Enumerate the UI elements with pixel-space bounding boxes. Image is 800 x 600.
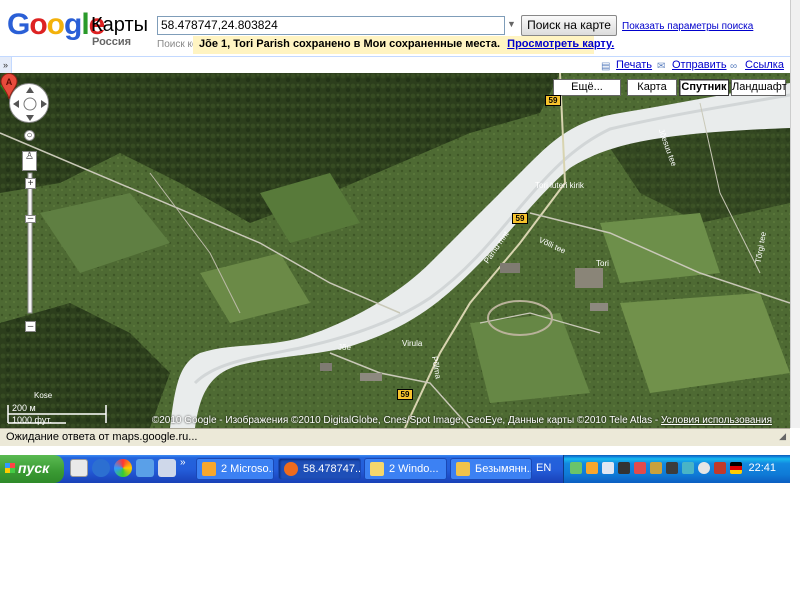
browser-status-bar: Ожидание ответа от maps.google.ru... ◢: [0, 428, 790, 446]
start-button[interactable]: пуск: [0, 455, 64, 483]
product-name: Карты: [91, 14, 148, 36]
window-icon[interactable]: [136, 459, 154, 477]
media-player-icon[interactable]: [114, 459, 132, 477]
map-type-map-button[interactable]: Карта: [627, 79, 677, 96]
satellite-map[interactable]: ○ ♙ + – – Ещё... Карта Спутник Ландшафт …: [0, 73, 790, 428]
zoom-track: [27, 172, 33, 314]
tray-icon[interactable]: [618, 462, 630, 474]
search-history-dropdown-icon[interactable]: ▼: [507, 19, 517, 31]
print-link[interactable]: ▤ Печать: [601, 59, 653, 72]
map-toolbar: » ▤ Печать ✉ Отправить ∞ Ссылка: [0, 56, 790, 73]
tray-icon[interactable]: [570, 462, 582, 474]
system-tray: 22:41: [563, 455, 790, 483]
zoom-slider[interactable]: [23, 148, 37, 338]
envelope-icon: ✉: [657, 61, 666, 72]
send-link[interactable]: ✉ Отправить: [657, 59, 727, 72]
office-icon: [202, 462, 216, 476]
taskbar-item-label: 2 Windo...: [389, 463, 439, 475]
quick-launch: [70, 459, 190, 479]
vertical-scrollbar[interactable]: [790, 0, 800, 428]
desktop-icon[interactable]: [70, 459, 88, 477]
tray-icon[interactable]: [602, 462, 614, 474]
link-label: Ссылка: [745, 59, 784, 71]
notice-view-map-link[interactable]: Просмотреть карту.: [507, 38, 614, 50]
taskbar-item[interactable]: 2 Windo...: [364, 458, 447, 480]
copyright-text: ©2010 Google - Изображения ©2010 Digital…: [151, 415, 661, 426]
taskbar-item[interactable]: 2 Microso...: [196, 458, 274, 480]
tray-icon[interactable]: [714, 462, 726, 474]
scale-metric: 200 м: [12, 403, 36, 413]
highway-shield: 59: [397, 389, 413, 400]
map-type-satellite-button[interactable]: Спутник: [679, 79, 729, 96]
highway-shield: 59: [545, 95, 561, 106]
search-input[interactable]: 58.478747,24.803824: [157, 16, 505, 35]
marker-label: A: [6, 77, 13, 87]
place-label: Tori: [596, 259, 609, 268]
google-logo[interactable]: Google: [7, 10, 105, 40]
terms-link[interactable]: Условия использования: [661, 415, 772, 426]
ie-icon[interactable]: [92, 459, 110, 477]
print-label: Печать: [616, 59, 653, 71]
more-layers-button[interactable]: Ещё...: [553, 79, 621, 96]
windows-taskbar: пуск » 2 Microso... 58.478747... 2 Windo…: [0, 455, 790, 483]
tray-icon[interactable]: [586, 462, 598, 474]
search-button[interactable]: Поиск на карте: [521, 15, 617, 36]
place-label: Tori luteri kirik: [535, 181, 584, 190]
marker-a-icon[interactable]: A: [0, 73, 18, 99]
scale-imperial: 1000 фут.: [12, 415, 52, 425]
place-label: Jõe: [338, 343, 351, 352]
reset-view-icon[interactable]: ○: [24, 130, 35, 141]
folder-icon: [370, 462, 384, 476]
tray-icon[interactable]: [650, 462, 662, 474]
tray-icon[interactable]: [698, 462, 710, 474]
taskbar-item-label: 58.478747...: [303, 463, 361, 475]
zoom-out-button[interactable]: –: [25, 321, 36, 332]
tray-icon[interactable]: [682, 462, 694, 474]
send-label: Отправить: [672, 59, 727, 71]
place-label: Kose: [34, 391, 53, 400]
notice-text: Jõe 1, Tori Parish сохранено в Мои сохра…: [199, 38, 501, 50]
taskbar-item[interactable]: Безымянн...: [450, 458, 532, 480]
map-type-terrain-button[interactable]: Ландшафт: [731, 79, 787, 96]
flag-icon[interactable]: [730, 462, 742, 474]
resize-grip-icon[interactable]: ◢: [779, 431, 786, 442]
search-options-link[interactable]: Показать параметры поиска: [622, 21, 753, 32]
saved-place-notice: Jõe 1, Tori Parish сохранено в Мои сохра…: [193, 36, 614, 54]
quick-launch-more-icon[interactable]: »: [180, 457, 186, 468]
satellite-imagery: [0, 73, 790, 428]
place-label: Virula: [402, 339, 423, 348]
highway-shield: 59: [512, 213, 528, 224]
zoom-in-button[interactable]: +: [25, 178, 36, 189]
language-indicator[interactable]: EN: [536, 462, 551, 474]
status-text: Ожидание ответа от maps.google.ru...: [6, 431, 198, 443]
map-copyright: ©2010 Google - Изображения ©2010 Digital…: [152, 415, 772, 426]
taskbar-item-label: 2 Microso...: [221, 463, 274, 475]
taskbar-item[interactable]: 58.478747...: [278, 458, 361, 480]
printer-icon: ▤: [601, 61, 611, 72]
scale-bar: 200 м 1000 фут.: [6, 403, 116, 425]
collapse-panel-button[interactable]: »: [0, 57, 12, 73]
link-link[interactable]: ∞ Ссылка: [730, 59, 784, 72]
clock[interactable]: 22:41: [748, 462, 776, 474]
chain-link-icon: ∞: [730, 61, 738, 72]
paint-icon: [456, 462, 470, 476]
folder-icon[interactable]: [158, 459, 176, 477]
search-hint: Поиск ко: [157, 39, 197, 50]
taskbar-item-label: Безымянн...: [475, 463, 532, 475]
header: Google Карты Россия 58.478747,24.803824 …: [0, 0, 790, 56]
country-label: Россия: [92, 36, 132, 48]
firefox-icon: [284, 462, 298, 476]
tray-icon[interactable]: [666, 462, 678, 474]
tray-icon[interactable]: [634, 462, 646, 474]
zoom-handle[interactable]: –: [25, 214, 36, 224]
